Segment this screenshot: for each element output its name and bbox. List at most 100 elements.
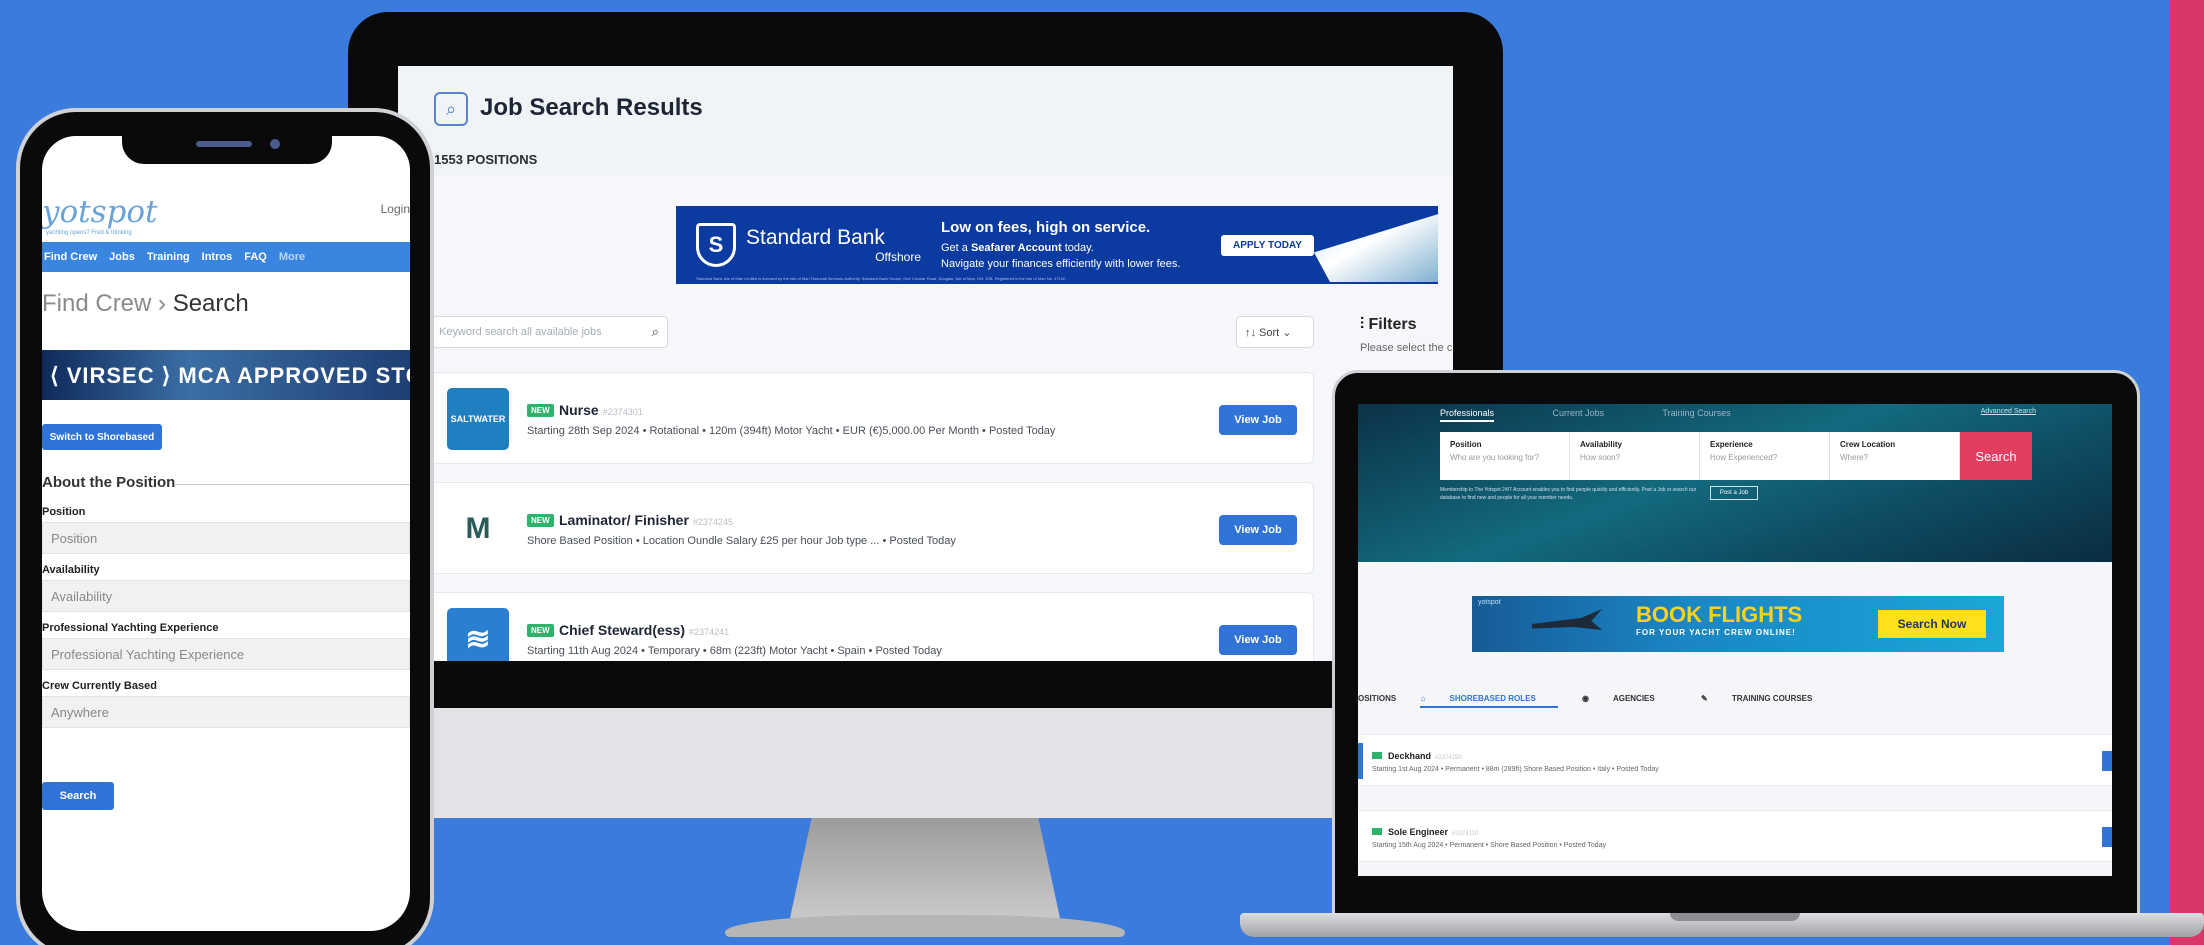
tab-positions[interactable]: OSITIONS xyxy=(1358,694,1396,703)
view-job-button[interactable]: View Job xyxy=(1219,625,1297,655)
tab-training-courses[interactable]: ✎ TRAINING COURSES xyxy=(1701,694,1834,703)
keyword-search-input[interactable]: Keyword search all available jobs ⌕ xyxy=(430,316,668,348)
new-badge: NEW xyxy=(527,404,554,417)
experience-label: Professional Yachting Experience xyxy=(42,622,219,634)
new-badge: NEW xyxy=(527,624,554,637)
company-logo: ≋ xyxy=(447,608,509,661)
availability-select[interactable]: Availability xyxy=(42,580,410,612)
new-badge xyxy=(1372,828,1382,835)
advanced-search-link[interactable]: Advanced Search xyxy=(1981,408,2036,415)
ad-line-2: Navigate your finances efficiently with … xyxy=(941,257,1181,270)
right-accent-bar xyxy=(2170,0,2204,945)
tab-shorebased-roles[interactable]: ⌂ SHOREBASED ROLES xyxy=(1420,694,1558,708)
job-meta: Starting 1st Aug 2024 • Permanent • 88m … xyxy=(1372,766,1659,773)
speaker-grille xyxy=(196,141,252,147)
company-logo: M xyxy=(447,498,509,560)
filters-description: Please select the c xyxy=(1360,342,1453,354)
search-icon: ⌕ xyxy=(434,92,468,126)
crew-based-label: Crew Currently Based xyxy=(42,680,157,692)
nav-jobs[interactable]: Jobs xyxy=(109,251,135,263)
job-title[interactable]: Sole Engineer #2374110 xyxy=(1388,827,1478,837)
experience-field[interactable]: Experience How Experienced? xyxy=(1700,432,1830,480)
job-title[interactable]: Nurse #2374301 xyxy=(559,402,643,418)
hero-search-form: Position Who are you looking for? Availab… xyxy=(1440,432,1960,480)
job-meta: Starting 15th Aug 2024 • Permanent • Sho… xyxy=(1372,842,1607,849)
job-card[interactable]: ≋ NEW Chief Steward(ess) #2374241 Startin… xyxy=(430,592,1314,661)
post-job-button[interactable]: Post a Job xyxy=(1710,486,1758,500)
search-button[interactable]: Search xyxy=(42,782,114,810)
availability-label: Availability xyxy=(42,564,100,576)
position-label: Position xyxy=(42,506,86,518)
breadcrumb: Find Crew › Search xyxy=(42,290,249,318)
section-heading: About the Position xyxy=(42,474,176,491)
book-flights-ad[interactable]: yotspot BOOK FLIGHTS FOR YOUR YACHT CREW… xyxy=(1472,596,2004,652)
yacht-image xyxy=(1314,208,1438,282)
job-title[interactable]: Chief Steward(ess) #2374241 xyxy=(559,622,729,638)
availability-field[interactable]: Availability How soon? xyxy=(1570,432,1700,480)
job-card[interactable]: Deckhand #2374150 Starting 1st Aug 2024 •… xyxy=(1358,734,2112,786)
view-job-button[interactable] xyxy=(2102,751,2112,771)
job-title[interactable]: Laminator/ Finisher #2374245 xyxy=(559,512,733,528)
hero-tabs: Professionals Current Jobs Training Cour… xyxy=(1440,408,2040,422)
phone-screen: yotspot yachting opens? Fred & thinking … xyxy=(42,136,410,931)
shield-icon: S xyxy=(696,223,736,267)
nav-find-crew[interactable]: Find Crew xyxy=(44,251,97,263)
filters-title: ⫶ Filters xyxy=(1360,316,1417,333)
hero-banner: Professionals Current Jobs Training Cour… xyxy=(1358,404,2112,562)
airplane-icon xyxy=(1532,609,1602,630)
standard-bank-ad[interactable]: S Standard Bank Offshore Low on fees, hi… xyxy=(676,206,1438,284)
tab-training-courses[interactable]: Training Courses xyxy=(1662,408,1730,418)
page-title: Job Search Results xyxy=(480,94,703,121)
position-select[interactable]: Position xyxy=(42,522,410,554)
main-nav: Find Crew Jobs Training Intros FAQ More xyxy=(42,242,410,272)
ad-subtitle: FOR YOUR YACHT CREW ONLINE! xyxy=(1636,628,1796,637)
ad-title: BOOK FLIGHTS xyxy=(1636,602,1803,627)
ad-headline: Low on fees, high on service. xyxy=(941,218,1151,236)
logo-tagline: yachting opens? Fred & thinking xyxy=(46,230,132,236)
sliders-icon: ⫶ xyxy=(1360,316,1365,333)
breadcrumb-current: Search xyxy=(172,290,249,317)
chevron-right-icon: › xyxy=(158,290,167,317)
breadcrumb-parent[interactable]: Find Crew xyxy=(42,290,151,317)
apply-today-button[interactable]: APPLY TODAY xyxy=(1221,234,1314,256)
sort-dropdown[interactable]: ↑↓ Sort ⌄ xyxy=(1236,316,1314,348)
search-now-button[interactable]: Search Now xyxy=(1878,610,1986,638)
job-card[interactable]: SALTWATER NEW Nurse #2374301 Starting 28t… xyxy=(430,372,1314,464)
job-card[interactable]: Sole Engineer #2374110 Starting 15th Aug … xyxy=(1358,810,2112,862)
hero-note: Membership to The Yotspot 24/7 Account e… xyxy=(1440,487,1697,501)
nav-more[interactable]: More xyxy=(279,251,305,263)
monitor-stand xyxy=(790,818,1060,918)
new-badge: NEW xyxy=(527,514,554,527)
crew-location-field[interactable]: Crew Location Where? xyxy=(1830,432,1960,480)
bank-name: Standard Bank xyxy=(746,226,885,249)
laptop-screen: Professionals Current Jobs Training Cour… xyxy=(1358,404,2112,876)
front-camera xyxy=(270,139,280,149)
yotspot-logo[interactable]: yotspot xyxy=(42,194,158,230)
view-job-button[interactable]: View Job xyxy=(1219,405,1297,435)
position-field[interactable]: Position Who are you looking for? xyxy=(1440,432,1570,480)
training-icon: ✎ xyxy=(1700,694,1708,703)
nav-faq[interactable]: FAQ xyxy=(244,251,267,263)
job-meta: Starting 11th Aug 2024 • Temporary • 68m… xyxy=(527,645,942,657)
login-link[interactable]: Login xyxy=(381,202,410,216)
listing-tabs: OSITIONS ⌂ SHOREBASED ROLES ◉ AGENCIES ✎… xyxy=(1358,694,1856,708)
job-card[interactable]: M NEW Laminator/ Finisher #2374245 Shore … xyxy=(430,482,1314,574)
search-icon: ⌕ xyxy=(651,324,659,339)
job-title[interactable]: Deckhand #2374150 xyxy=(1388,751,1462,761)
monitor-screen: ⌕ Job Search Results 1553 POSITIONS S St… xyxy=(398,66,1453,661)
view-job-button[interactable]: View Job xyxy=(1219,515,1297,545)
tab-agencies[interactable]: ◉ AGENCIES xyxy=(1582,694,1677,703)
view-job-button[interactable] xyxy=(2102,827,2112,847)
hero-search-button[interactable]: Search xyxy=(1960,432,2032,480)
crew-based-select[interactable]: Anywhere xyxy=(42,696,410,728)
switch-to-shorebased-button[interactable]: Switch to Shorebased xyxy=(42,424,162,450)
ad-fineprint: Standard Bank Isle of Man Limited is lic… xyxy=(696,276,1066,281)
monitor-stand-base xyxy=(725,915,1125,937)
tab-current-jobs[interactable]: Current Jobs xyxy=(1553,408,1605,418)
experience-select[interactable]: Professional Yachting Experience xyxy=(42,638,410,670)
nav-intros[interactable]: Intros xyxy=(202,251,233,263)
chevron-down-icon: ⌄ xyxy=(1282,327,1292,339)
nav-training[interactable]: Training xyxy=(147,251,190,263)
tab-professionals[interactable]: Professionals xyxy=(1440,408,1495,422)
virsec-ad[interactable]: ⟨ VIRSEC ⟩ MCA APPROVED STCW ISPS xyxy=(42,350,410,400)
